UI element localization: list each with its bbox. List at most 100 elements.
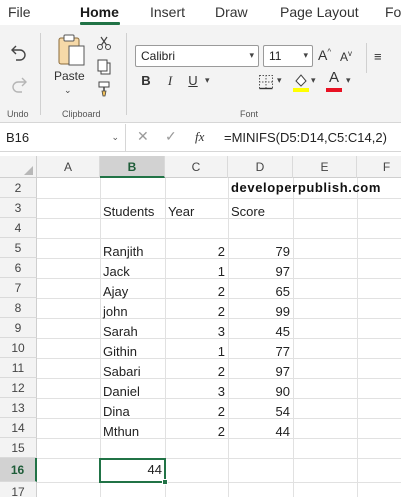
- cell-b7[interactable]: Ajay: [103, 284, 128, 299]
- row-header-3[interactable]: 3: [0, 198, 37, 218]
- cell-d9[interactable]: 45: [228, 324, 290, 339]
- row-header-7[interactable]: 7: [0, 278, 37, 298]
- fill-handle[interactable]: [162, 479, 168, 485]
- font-color-dropdown-icon[interactable]: ▾: [346, 75, 351, 86]
- cell-b5[interactable]: Ranjith: [103, 244, 143, 259]
- tab-formulas[interactable]: Fo: [385, 4, 401, 20]
- cell-b16[interactable]: 44: [100, 462, 162, 477]
- column-header-c[interactable]: C: [165, 156, 228, 178]
- row-header-17[interactable]: 17: [0, 482, 37, 497]
- cell-d3[interactable]: Score: [231, 204, 265, 219]
- cell-b11[interactable]: Sabari: [103, 364, 141, 379]
- cell-c13[interactable]: 2: [165, 404, 225, 419]
- ribbon: Undo Paste ⌄ Clipboard Calibri ▾ 11 ▾ A^…: [0, 25, 401, 123]
- row-header-13[interactable]: 13: [0, 398, 37, 418]
- group-separator: [366, 43, 367, 73]
- italic-button[interactable]: I: [163, 73, 177, 89]
- row-header-9[interactable]: 9: [0, 318, 37, 338]
- paste-icon[interactable]: [56, 33, 86, 67]
- cell-c3[interactable]: Year: [168, 204, 194, 219]
- underline-dropdown-icon[interactable]: ▾: [205, 75, 210, 86]
- borders-icon[interactable]: [258, 74, 274, 90]
- cell-d10[interactable]: 77: [228, 344, 290, 359]
- tab-file[interactable]: File: [8, 4, 31, 20]
- paste-label[interactable]: Paste: [54, 69, 85, 83]
- format-painter-icon[interactable]: [96, 81, 112, 97]
- cell-d6[interactable]: 97: [228, 264, 290, 279]
- cell-b14[interactable]: Mthun: [103, 424, 139, 439]
- column-header-f[interactable]: F: [357, 156, 401, 178]
- column-header-d[interactable]: D: [228, 156, 293, 178]
- row-header-11[interactable]: 11: [0, 358, 37, 378]
- column-header-e[interactable]: E: [293, 156, 357, 178]
- bold-button[interactable]: B: [139, 73, 153, 88]
- cell-d12[interactable]: 90: [228, 384, 290, 399]
- cell-c7[interactable]: 2: [165, 284, 225, 299]
- cell-b13[interactable]: Dina: [103, 404, 130, 419]
- spreadsheet-grid[interactable]: A B C D E F 2 3 4 5 6 7 8 9 10 11 12 13 …: [0, 156, 401, 497]
- cell-c12[interactable]: 3: [165, 384, 225, 399]
- cell-c14[interactable]: 2: [165, 424, 225, 439]
- font-name-select[interactable]: Calibri ▾: [135, 45, 259, 67]
- cell-b12[interactable]: Daniel: [103, 384, 140, 399]
- shrink-font-button[interactable]: Av: [340, 49, 352, 64]
- fill-color-icon[interactable]: [292, 72, 310, 92]
- cut-icon[interactable]: [96, 35, 112, 51]
- copy-icon[interactable]: [96, 59, 112, 75]
- tab-page-layout[interactable]: Page Layout: [280, 4, 359, 20]
- redo-icon[interactable]: [10, 75, 28, 93]
- cell-b6[interactable]: Jack: [103, 264, 130, 279]
- paste-dropdown-icon[interactable]: ⌄: [64, 85, 72, 96]
- row-header-16[interactable]: 16: [0, 458, 37, 482]
- tab-insert[interactable]: Insert: [150, 4, 185, 20]
- gridline: [37, 218, 401, 219]
- column-header-a[interactable]: A: [37, 156, 100, 178]
- font-size-select[interactable]: 11 ▾: [263, 45, 313, 67]
- gridline: [37, 238, 401, 239]
- cell-d13[interactable]: 54: [228, 404, 290, 419]
- cell-b10[interactable]: Githin: [103, 344, 137, 359]
- tab-draw[interactable]: Draw: [215, 4, 248, 20]
- tab-home[interactable]: Home: [80, 4, 119, 20]
- font-color-button[interactable]: A: [329, 69, 339, 86]
- cell-d11[interactable]: 97: [228, 364, 290, 379]
- undo-icon[interactable]: [10, 43, 28, 61]
- row-header-15[interactable]: 15: [0, 438, 37, 458]
- cell-d5[interactable]: 79: [228, 244, 290, 259]
- cell-d14[interactable]: 44: [228, 424, 290, 439]
- cell-c10[interactable]: 1: [165, 344, 225, 359]
- chevron-down-icon: ▾: [303, 50, 308, 60]
- select-all-button[interactable]: [0, 156, 37, 178]
- row-header-4[interactable]: 4: [0, 218, 37, 238]
- column-header-b[interactable]: B: [100, 156, 165, 178]
- row-header-6[interactable]: 6: [0, 258, 37, 278]
- underline-button[interactable]: U: [186, 73, 200, 88]
- cell-c6[interactable]: 1: [165, 264, 225, 279]
- enter-icon[interactable]: ✓: [165, 128, 177, 145]
- select-all-triangle-icon: [24, 166, 33, 175]
- cell-d7[interactable]: 65: [228, 284, 290, 299]
- row-header-5[interactable]: 5: [0, 238, 37, 258]
- cell-b9[interactable]: Sarah: [103, 324, 138, 339]
- cell-b8[interactable]: john: [103, 304, 128, 319]
- borders-dropdown-icon[interactable]: ▾: [277, 75, 282, 86]
- cancel-icon[interactable]: ✕: [137, 128, 149, 145]
- formula-input[interactable]: =MINIFS(D5:D14,C5:C14,2): [224, 130, 387, 145]
- row-header-2[interactable]: 2: [0, 178, 37, 198]
- insert-function-button[interactable]: fx: [195, 129, 204, 145]
- grow-font-button[interactable]: A^: [318, 47, 331, 63]
- cell-c8[interactable]: 2: [165, 304, 225, 319]
- align-top-icon[interactable]: ≡: [374, 49, 382, 64]
- row-header-12[interactable]: 12: [0, 378, 37, 398]
- fill-color-dropdown-icon[interactable]: ▾: [311, 75, 316, 86]
- row-header-8[interactable]: 8: [0, 298, 37, 318]
- undo-group-label: Undo: [7, 109, 29, 119]
- cell-b3[interactable]: Students: [103, 204, 154, 219]
- row-header-14[interactable]: 14: [0, 418, 37, 438]
- cell-d8[interactable]: 99: [228, 304, 290, 319]
- cell-c11[interactable]: 2: [165, 364, 225, 379]
- row-header-10[interactable]: 10: [0, 338, 37, 358]
- cell-c9[interactable]: 3: [165, 324, 225, 339]
- cell-c5[interactable]: 2: [165, 244, 225, 259]
- name-box[interactable]: B16 ⌄: [0, 124, 126, 152]
